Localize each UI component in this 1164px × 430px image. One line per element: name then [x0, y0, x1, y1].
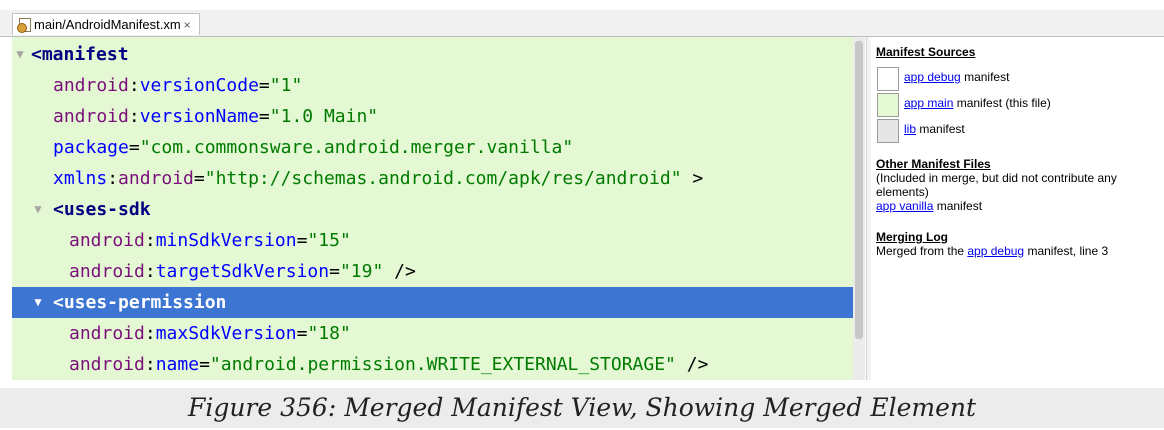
app-vanilla-link[interactable]: app vanilla	[876, 199, 933, 213]
editor-tab-bar: main/AndroidManifest.xm ×	[0, 10, 1164, 37]
colon: :	[128, 106, 140, 127]
lib-link[interactable]: lib	[904, 122, 916, 136]
equals: =	[128, 137, 140, 158]
colon: :	[144, 323, 156, 344]
other-manifest-label: manifest	[933, 199, 983, 213]
tag-uses-sdk: <uses-sdk	[53, 199, 151, 220]
source-label: manifest	[916, 122, 965, 136]
equals: =	[258, 106, 270, 127]
code-line-manifest[interactable]: ▼ <manifest	[12, 39, 853, 70]
tag-close: >	[681, 168, 704, 189]
source-row-lib: lib manifest	[876, 117, 1161, 143]
namespace-prefix: android	[69, 354, 145, 375]
app-debug-link[interactable]: app debug	[904, 70, 961, 84]
fold-arrow-icon[interactable]: ▼	[12, 39, 28, 70]
fold-arrow-icon[interactable]: ▼	[30, 194, 46, 225]
equals: =	[258, 75, 270, 96]
source-row-app-debug: app debug manifest	[876, 65, 1161, 91]
attribute-name: xmlns	[53, 168, 108, 189]
namespace-prefix: android	[118, 168, 194, 189]
code-line-min-sdk[interactable]: android:minSdkVersion="15"	[12, 225, 853, 256]
figure-caption: Figure 356: Merged Manifest View, Showin…	[0, 388, 1164, 428]
code-line-version-code[interactable]: android:versionCode="1"	[12, 70, 853, 101]
attribute-name: minSdkVersion	[155, 230, 297, 251]
code-line-max-sdk[interactable]: android:maxSdkVersion="18"	[12, 318, 853, 349]
attribute-name: versionCode	[139, 75, 259, 96]
source-label: manifest	[960, 70, 1010, 84]
code-line-target-sdk[interactable]: android:targetSdkVersion="19" />	[12, 256, 853, 287]
equals: =	[296, 230, 308, 251]
colon: :	[128, 75, 140, 96]
code-line-xmlns[interactable]: xmlns:android="http://schemas.android.co…	[12, 163, 853, 194]
namespace-prefix: android	[69, 230, 145, 251]
manifest-file-icon	[17, 18, 31, 33]
code-line-permission-name[interactable]: android:name="android.permission.WRITE_E…	[12, 349, 853, 380]
attribute-name: targetSdkVersion	[155, 261, 330, 282]
source-label: manifest (this file)	[953, 96, 1051, 110]
panel-splitter[interactable]	[866, 37, 871, 380]
log-suffix: manifest, line 3	[1024, 244, 1109, 258]
log-prefix: Merged from the	[876, 244, 968, 258]
attribute-value: "android.permission.WRITE_EXTERNAL_STORA…	[209, 354, 676, 375]
code-line-package[interactable]: package="com.commonsware.android.merger.…	[12, 132, 853, 163]
namespace-prefix: android	[53, 106, 129, 127]
namespace-prefix: android	[69, 261, 145, 282]
merged-manifest-editor[interactable]: ▼ <manifest android:versionCode="1" andr…	[12, 37, 853, 380]
tab-close-icon[interactable]: ×	[184, 18, 191, 32]
color-swatch	[877, 93, 899, 117]
attribute-value: "1"	[269, 75, 303, 96]
attribute-value: "15"	[307, 230, 351, 251]
source-row-app-main: app main manifest (this file)	[876, 91, 1161, 117]
colon: :	[144, 230, 156, 251]
fold-arrow-icon[interactable]: ▼	[30, 287, 46, 318]
app-main-link[interactable]: app main	[904, 96, 953, 110]
other-manifest-files-title: Other Manifest Files	[876, 157, 991, 171]
attribute-value: "18"	[307, 323, 351, 344]
namespace-prefix: android	[53, 75, 129, 96]
equals: =	[329, 261, 340, 282]
code-line-uses-permission-selected[interactable]: ▼ <uses-permission	[12, 287, 853, 318]
equals: =	[193, 168, 205, 189]
equals: =	[296, 323, 308, 344]
tag-manifest: <manifest	[31, 44, 129, 65]
color-swatch	[877, 67, 899, 91]
code-line-uses-sdk[interactable]: ▼ <uses-sdk	[12, 194, 853, 225]
attribute-name: package	[53, 137, 129, 158]
manifest-info-panel: Manifest Sources app debug manifest app …	[876, 45, 1161, 258]
colon: :	[144, 354, 156, 375]
manifest-sources-title: Manifest Sources	[876, 45, 976, 59]
attribute-name: name	[155, 354, 200, 375]
scrollbar-thumb[interactable]	[855, 41, 863, 339]
colon: :	[107, 168, 119, 189]
tag-uses-permission: <uses-permission	[53, 292, 227, 313]
namespace-prefix: android	[69, 323, 145, 344]
equals: =	[199, 354, 210, 375]
attribute-name: maxSdkVersion	[155, 323, 297, 344]
tab-android-manifest[interactable]: main/AndroidManifest.xm ×	[12, 13, 200, 35]
attribute-value: "1.0 Main"	[269, 106, 379, 127]
code-line-version-name[interactable]: android:versionName="1.0 Main"	[12, 101, 853, 132]
color-swatch	[877, 119, 899, 143]
editor-vertical-scrollbar[interactable]	[853, 37, 865, 380]
tag-close: />	[383, 261, 416, 282]
attribute-value: "com.commonsware.android.merger.vanilla"	[139, 137, 574, 158]
merging-log-title: Merging Log	[876, 230, 948, 244]
attribute-value: "http://schemas.android.com/apk/res/andr…	[204, 168, 682, 189]
merging-log-entry: Merged from the app debug manifest, line…	[876, 244, 1161, 258]
attribute-value: "19"	[339, 261, 384, 282]
colon: :	[144, 261, 156, 282]
tag-close: />	[675, 354, 709, 375]
log-app-debug-link[interactable]: app debug	[967, 244, 1024, 258]
other-manifest-description: (Included in merge, but did not contribu…	[876, 171, 1117, 199]
attribute-name: versionName	[139, 106, 259, 127]
tab-label: main/AndroidManifest.xm	[34, 17, 181, 32]
